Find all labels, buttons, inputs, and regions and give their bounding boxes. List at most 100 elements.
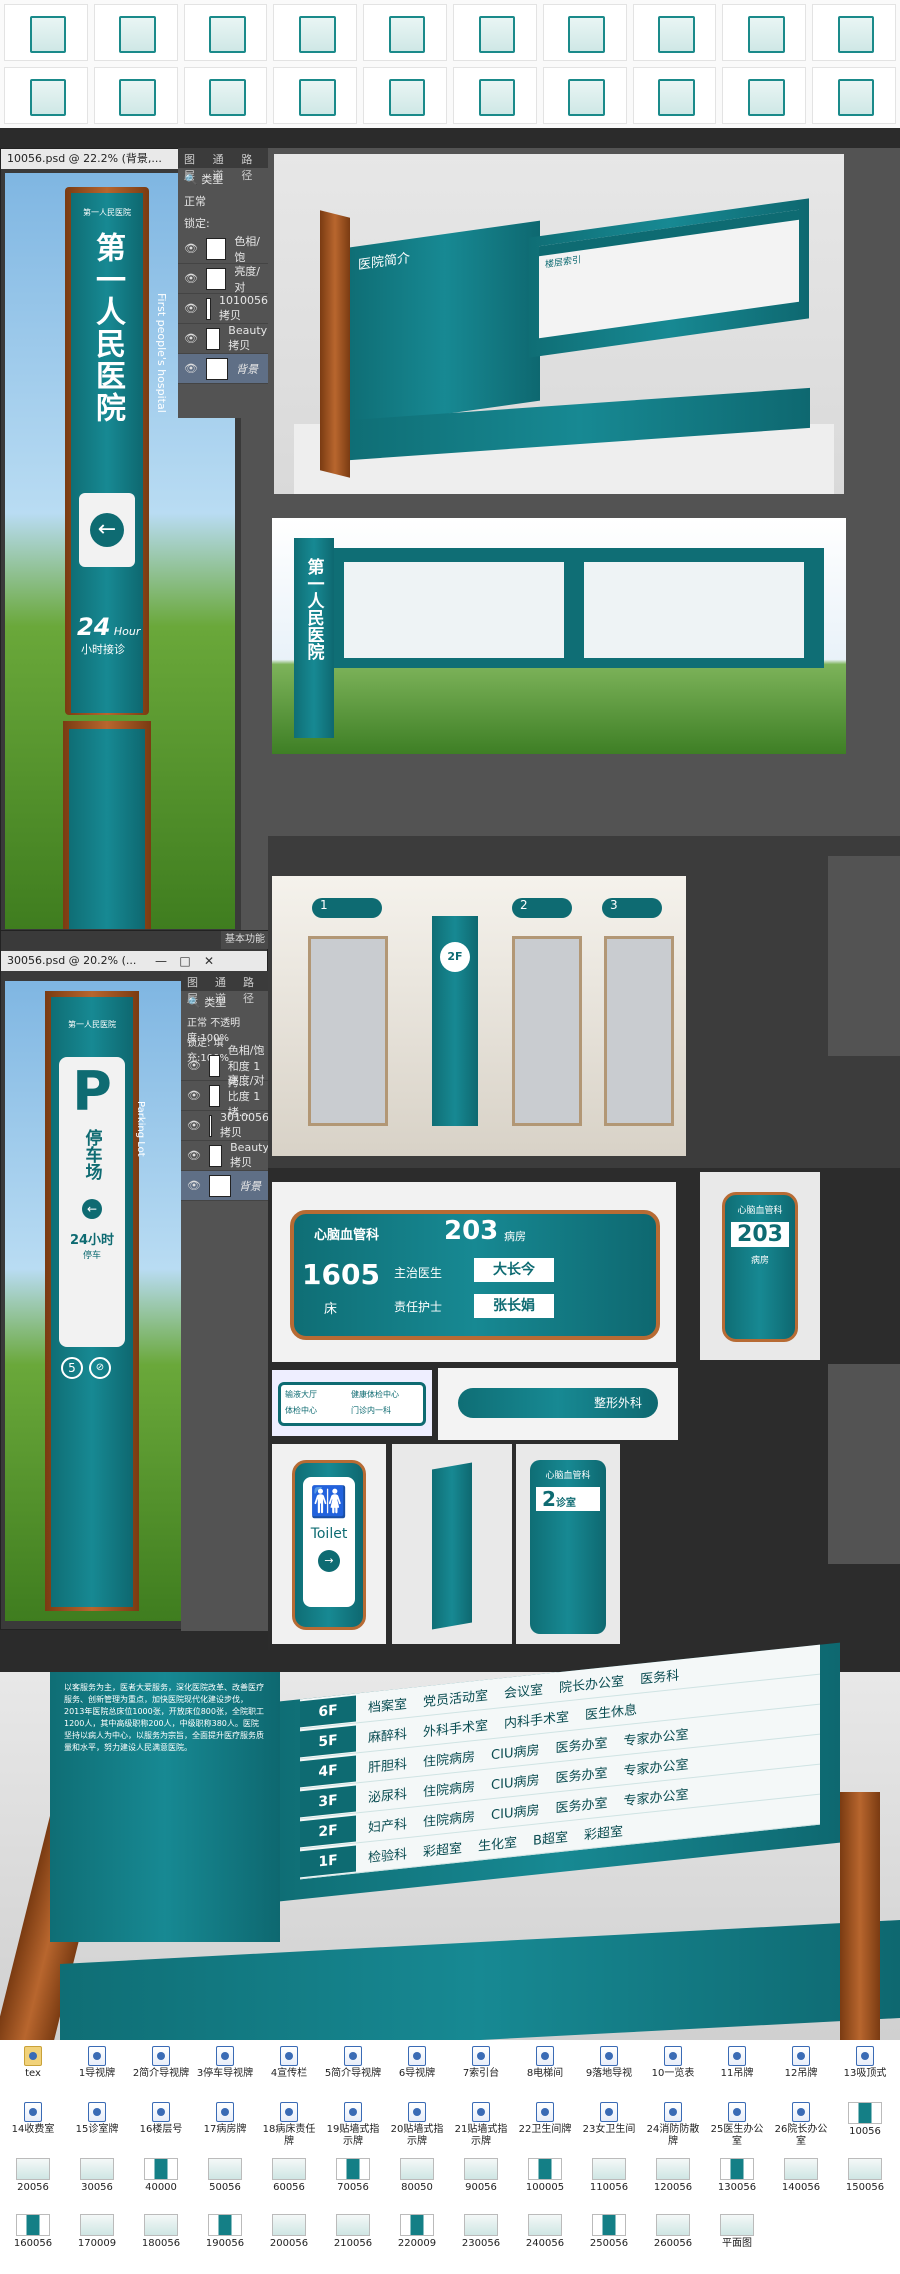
stand-canvas[interactable]: [392, 1444, 512, 1644]
clinic-canvas[interactable]: 心脑血管科 2诊室: [516, 1444, 620, 1644]
file-item[interactable]: 240056: [516, 2214, 574, 2250]
preview-thumbnail[interactable]: [632, 4, 717, 61]
arrow-sign-canvas[interactable]: 输液大厅 体检中心 健康体检中心 门诊内一科: [272, 1370, 432, 1436]
file-item[interactable]: 120056: [644, 2158, 702, 2194]
layer-row[interactable]: 👁 背景: [181, 1171, 269, 1201]
close-icon[interactable]: ✕: [199, 951, 219, 971]
blend-mode-select[interactable]: 正常: [178, 190, 268, 212]
visibility-eye-icon[interactable]: 👁: [184, 362, 198, 375]
file-item[interactable]: 9落地导视: [580, 2046, 638, 2080]
tab-channels[interactable]: 通道: [215, 974, 235, 1005]
room-sign-canvas[interactable]: 心脑血管科 203 病房 1605 床 主治医生 大长今 责任护士 张长娟: [272, 1182, 676, 1362]
preview-thumbnail[interactable]: [812, 67, 896, 124]
file-item[interactable]: 50056: [196, 2158, 254, 2194]
visibility-eye-icon[interactable]: 👁: [187, 1089, 201, 1102]
file-item[interactable]: 15诊室牌: [68, 2102, 126, 2136]
preview-thumbnail[interactable]: [453, 4, 537, 61]
layer-row[interactable]: 👁 背景: [178, 354, 268, 384]
file-item[interactable]: 8电梯间: [516, 2046, 574, 2080]
blend-mode-row[interactable]: 正常 不透明度:100%: [181, 1011, 269, 1044]
preview-thumbnail[interactable]: [4, 4, 88, 61]
file-item[interactable]: 10056: [836, 2102, 894, 2138]
file-item[interactable]: 140056: [772, 2158, 830, 2194]
layer-row[interactable]: 👁 Beauty 拷贝: [178, 324, 268, 354]
preview-thumbnail[interactable]: [4, 67, 88, 124]
file-item[interactable]: 19贴墙式指示牌: [324, 2102, 382, 2148]
layer-row[interactable]: 👁 Beauty 拷贝: [181, 1141, 269, 1171]
file-item[interactable]: 220009: [388, 2214, 446, 2250]
file-item[interactable]: 160056: [4, 2214, 62, 2250]
file-item[interactable]: 130056: [708, 2158, 766, 2194]
file-item[interactable]: 16楼层号: [132, 2102, 190, 2136]
maximize-icon[interactable]: □: [175, 951, 195, 971]
tab-layers[interactable]: 图层: [187, 974, 207, 1005]
file-item[interactable]: 25医生办公室: [708, 2102, 766, 2148]
file-item[interactable]: 5简介导视牌: [324, 2046, 382, 2080]
workspace-basic-button[interactable]: 基本功能: [221, 931, 269, 949]
minimize-icon[interactable]: —: [151, 951, 171, 971]
visibility-eye-icon[interactable]: 👁: [187, 1149, 201, 1162]
file-item[interactable]: 190056: [196, 2214, 254, 2250]
file-item[interactable]: 260056: [644, 2214, 702, 2250]
file-item[interactable]: 60056: [260, 2158, 318, 2194]
preview-thumbnail[interactable]: [542, 67, 627, 124]
visibility-eye-icon[interactable]: 👁: [184, 302, 198, 315]
file-item[interactable]: 21贴墙式指示牌: [452, 2102, 510, 2148]
file-item[interactable]: 18病床责任牌: [260, 2102, 318, 2148]
file-item[interactable]: 250056: [580, 2214, 638, 2250]
visibility-eye-icon[interactable]: 👁: [187, 1179, 201, 1192]
preview-thumbnail[interactable]: [363, 67, 447, 124]
file-item[interactable]: 80050: [388, 2158, 446, 2194]
preview-thumbnail[interactable]: [273, 67, 358, 124]
preview-thumbnail[interactable]: [722, 4, 807, 61]
file-item[interactable]: 100005: [516, 2158, 574, 2194]
board-canvas[interactable]: 第一人民医院: [272, 518, 846, 754]
toilet-canvas[interactable]: 🚻 Toilet →: [272, 1444, 386, 1644]
file-item[interactable]: 150056: [836, 2158, 894, 2194]
visibility-eye-icon[interactable]: 👁: [187, 1059, 201, 1072]
file-item[interactable]: 12吊牌: [772, 2046, 830, 2080]
layer-row[interactable]: 👁 色相/饱: [178, 234, 268, 264]
file-item[interactable]: 7索引台: [452, 2046, 510, 2080]
tab-layers[interactable]: 图层: [184, 151, 205, 182]
layer-row[interactable]: 👁 亮度/对: [178, 264, 268, 294]
room-vertical-canvas[interactable]: 心脑血管科 203 病房: [700, 1172, 820, 1360]
folder-item[interactable]: tex: [4, 2046, 62, 2080]
file-item[interactable]: 110056: [580, 2158, 638, 2194]
file-item[interactable]: 11吊牌: [708, 2046, 766, 2080]
preview-thumbnail[interactable]: [93, 67, 178, 124]
file-item[interactable]: 20056: [4, 2158, 62, 2194]
window-titlebar[interactable]: 30056.psd @ 20.2% (... — □ ✕: [1, 951, 267, 971]
file-item[interactable]: 200056: [260, 2214, 318, 2250]
file-item[interactable]: 180056: [132, 2214, 190, 2250]
preview-thumbnail[interactable]: [363, 4, 447, 61]
file-item[interactable]: 170009: [68, 2214, 126, 2250]
file-item[interactable]: 17病房牌: [196, 2102, 254, 2136]
file-item[interactable]: 13吸顶式: [836, 2046, 894, 2080]
preview-thumbnail[interactable]: [93, 4, 178, 61]
file-item[interactable]: 20贴墙式指示牌: [388, 2102, 446, 2148]
preview-thumbnail[interactable]: [453, 67, 537, 124]
elevator-canvas[interactable]: 2F 1 2 3: [272, 876, 686, 1156]
file-item[interactable]: 70056: [324, 2158, 382, 2194]
kiosk-canvas[interactable]: 医院简介 楼层索引: [274, 154, 844, 494]
file-item[interactable]: 平面图: [708, 2214, 766, 2250]
tab-paths[interactable]: 路径: [243, 974, 263, 1005]
layer-row[interactable]: 👁 3010056 拷贝: [181, 1111, 269, 1141]
tab-channels[interactable]: 通道: [213, 151, 234, 182]
filter-kind-select[interactable]: 🔍 类型: [181, 991, 269, 1011]
file-item[interactable]: 23女卫生间: [580, 2102, 638, 2136]
wave-sign-canvas[interactable]: 整形外科: [438, 1368, 678, 1440]
visibility-eye-icon[interactable]: 👁: [184, 242, 198, 255]
preview-thumbnail[interactable]: [812, 4, 896, 61]
file-item[interactable]: 210056: [324, 2214, 382, 2250]
file-item[interactable]: 6导视牌: [388, 2046, 446, 2080]
tab-paths[interactable]: 路径: [241, 151, 262, 182]
visibility-eye-icon[interactable]: 👁: [184, 272, 198, 285]
layer-row[interactable]: 👁 1010056 拷贝: [178, 294, 268, 324]
file-item[interactable]: 1导视牌: [68, 2046, 126, 2080]
visibility-eye-icon[interactable]: 👁: [187, 1119, 201, 1132]
file-item[interactable]: 2简介导视牌: [132, 2046, 190, 2080]
canvas[interactable]: 第一人民医院 P 停车场 ← 24小时 停车 5 ⊘ Parking Lot: [5, 981, 181, 1621]
file-item[interactable]: 10一览表: [644, 2046, 702, 2080]
